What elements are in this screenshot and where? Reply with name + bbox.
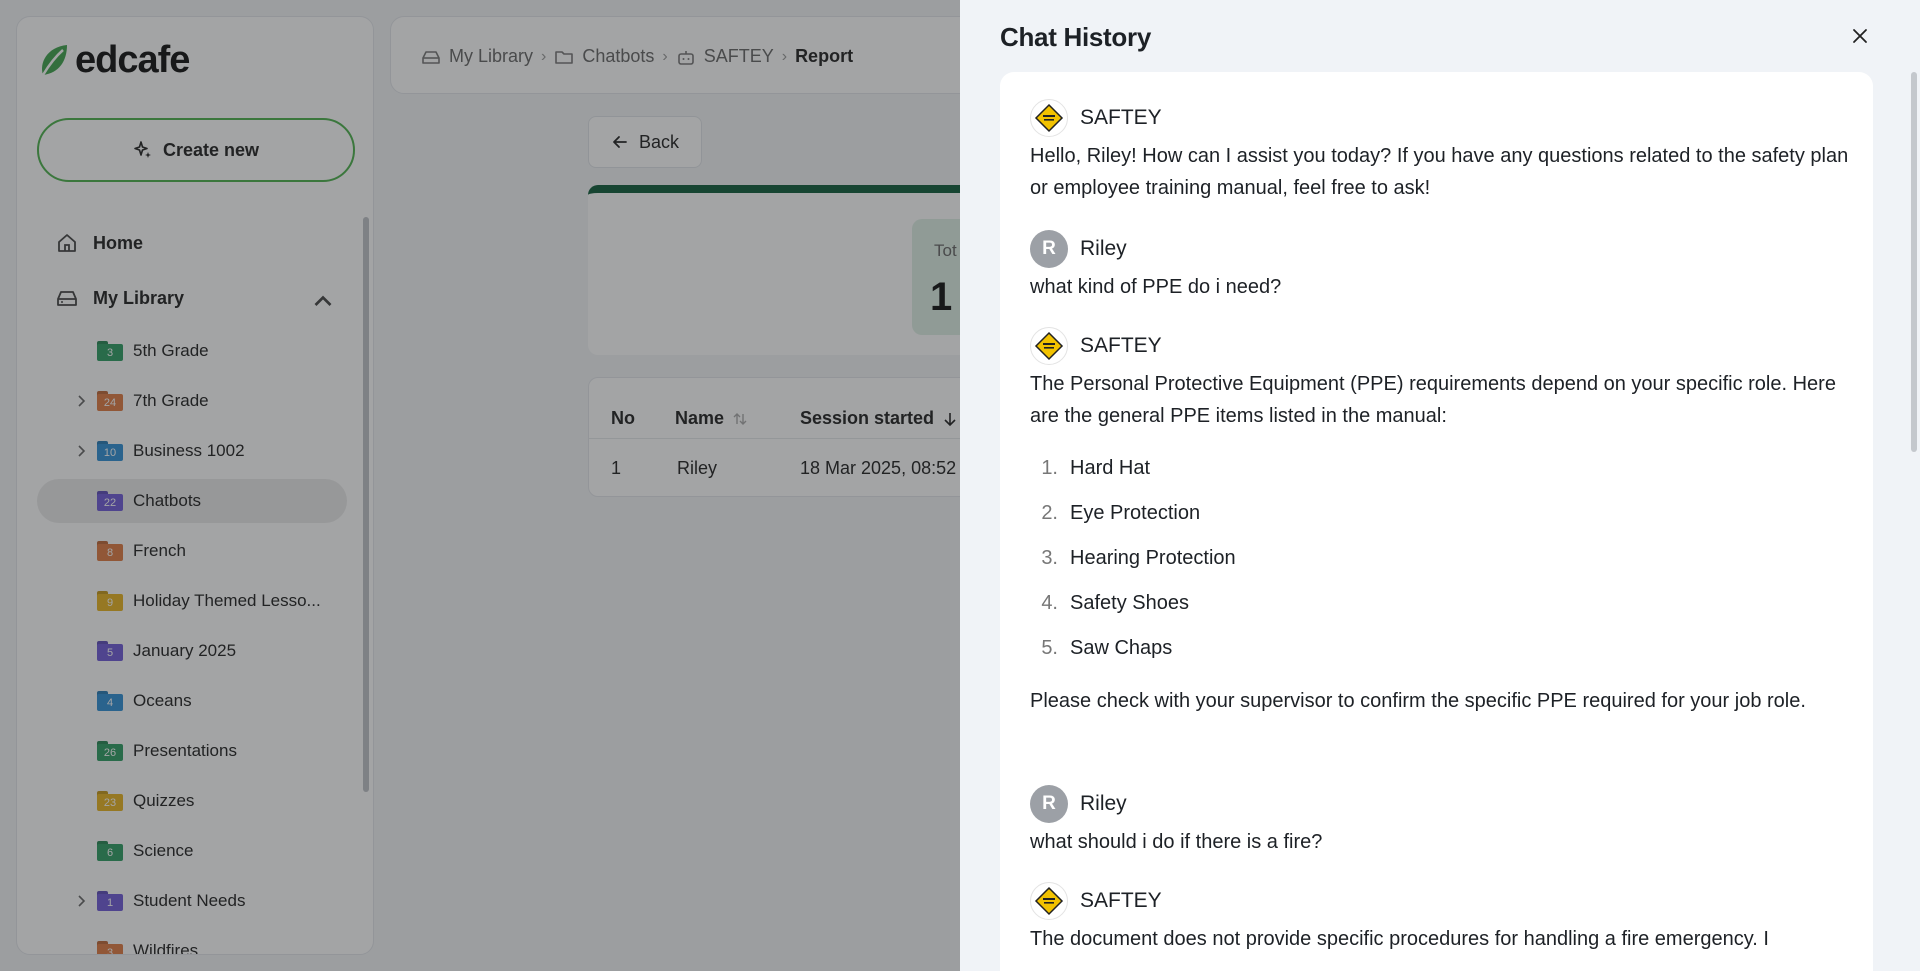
list-item-text: Hard Hat — [1070, 457, 1151, 479]
close-icon — [1853, 29, 1867, 43]
user-avatar: R — [1030, 785, 1068, 823]
list-item: 4. Safety Shoes — [1030, 581, 1860, 626]
bot-message: SAFTEY The Personal Protective Equipment … — [1030, 326, 1860, 717]
list-item: 1. Hard Hat — [1030, 446, 1860, 491]
message-header: R Riley — [1030, 229, 1860, 269]
list-number: 4. — [1041, 592, 1058, 614]
list-item-text: Eye Protection — [1070, 502, 1201, 524]
message-text: The document does not provide specific p… — [1030, 928, 1769, 950]
list-item-text: Safety Shoes — [1070, 592, 1189, 614]
message-header: SAFTEY — [1030, 98, 1860, 138]
safety-sign-avatar-icon — [1030, 99, 1068, 137]
sender-name: SAFTEY — [1080, 889, 1162, 912]
message-list: 1. Hard Hat 2. Eye Protection 3. Hearing Prot… — [1030, 446, 1860, 671]
safety-sign-avatar-icon — [1030, 882, 1068, 920]
list-item-text: Hearing Protection — [1070, 547, 1236, 569]
message-text: Hello, Riley! How can I assist you today… — [1030, 145, 1849, 199]
message-text: what kind of PPE do i need? — [1030, 276, 1282, 298]
chat-history-drawer: Chat History SAFTEY Hello, Riley! How can… — [960, 0, 1920, 971]
user-avatar: R — [1030, 230, 1068, 268]
user-message: R Riley what should i do if there is a fir… — [1030, 784, 1860, 858]
sender-name: Riley — [1080, 792, 1127, 815]
bot-message: SAFTEY The document does not provide spec… — [1030, 881, 1860, 955]
drawer-scrollbar[interactable] — [1911, 72, 1917, 452]
sender-name: Riley — [1080, 237, 1127, 260]
message-text: what should i do if there is a fire? — [1030, 831, 1323, 853]
list-item: 5. Saw Chaps — [1030, 626, 1860, 671]
list-number: 5. — [1041, 637, 1058, 659]
list-number: 3. — [1041, 547, 1058, 569]
list-item-text: Saw Chaps — [1070, 637, 1173, 659]
drawer-title: Chat History — [1000, 22, 1151, 52]
list-item: 3. Hearing Protection — [1030, 536, 1860, 581]
sender-name: SAFTEY — [1080, 106, 1162, 129]
bot-message: SAFTEY Hello, Riley! How can I assist you… — [1030, 98, 1860, 204]
list-number: 2. — [1041, 502, 1058, 524]
message-header: SAFTEY — [1030, 881, 1860, 921]
chat-panel: SAFTEY Hello, Riley! How can I assist you… — [1000, 72, 1873, 971]
list-item: 2. Eye Protection — [1030, 491, 1860, 536]
list-number: 1. — [1041, 457, 1058, 479]
sender-name: SAFTEY — [1080, 334, 1162, 357]
message-text: Please check with your supervisor to con… — [1030, 690, 1806, 712]
message-header: R Riley — [1030, 784, 1860, 824]
message-header: SAFTEY — [1030, 326, 1860, 366]
safety-sign-avatar-icon — [1030, 327, 1068, 365]
user-message: R Riley what kind of PPE do i need? — [1030, 229, 1860, 303]
message-text: The Personal Protective Equipment (PPE) … — [1030, 373, 1836, 427]
close-button[interactable] — [1846, 22, 1874, 50]
